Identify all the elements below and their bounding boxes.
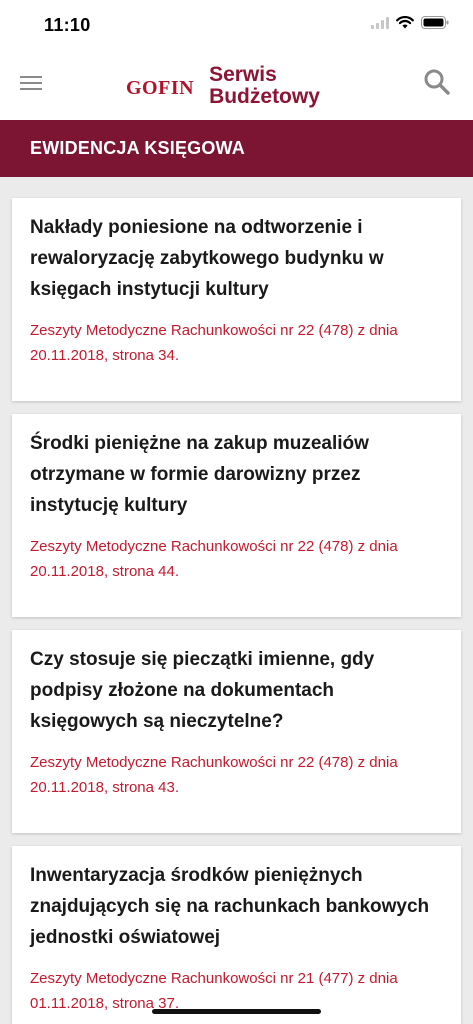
logo-line-1: Serwis [209,63,277,86]
search-icon [423,68,451,101]
article-title: Inwentaryzacja środków pieniężnych znajd… [30,865,430,948]
status-bar: 11:10 [0,0,473,52]
logo-line-2: Budżetowy [209,85,320,108]
article-source: Zeszyty Metodyczne Rachunkowości nr 22 (… [30,322,398,364]
article-title: Czy stosuje się pieczątki imienne, gdy p… [30,649,375,732]
app-logo[interactable]: GOFIN Serwis Budżetowy [126,60,320,112]
signal-icon [371,16,389,34]
article-card[interactable]: Czy stosuje się pieczątki imienne, gdy p… [12,630,461,833]
section-header: EWIDENCJA KSIĘGOWA [0,120,473,177]
article-card[interactable]: Inwentaryzacja środków pieniężnych znajd… [12,846,461,1024]
article-card[interactable]: Nakłady poniesione na odtworzenie i rewa… [12,198,461,401]
battery-icon [421,16,449,34]
status-time: 11:10 [44,15,91,35]
logo-brand: GOFIN [126,76,195,99]
section-title: EWIDENCJA KSIĘGOWA [30,138,245,158]
wifi-icon [396,16,414,34]
app-header: GOFIN Serwis Budżetowy [0,52,473,120]
article-card[interactable]: Środki pieniężne na zakup muzealiów otrz… [12,414,461,617]
status-icons [371,16,449,34]
article-source: Zeszyty Metodyczne Rachunkowości nr 22 (… [30,754,398,796]
article-title: Nakłady poniesione na odtworzenie i rewa… [30,217,384,300]
home-indicator[interactable] [152,1009,321,1014]
article-source: Zeszyty Metodyczne Rachunkowości nr 22 (… [30,538,398,580]
article-title: Środki pieniężne na zakup muzealiów otrz… [30,433,369,516]
search-button[interactable] [421,68,453,100]
menu-icon [20,75,42,96]
logo-service-name: Serwis Budżetowy [209,64,320,108]
menu-button[interactable] [14,68,48,102]
